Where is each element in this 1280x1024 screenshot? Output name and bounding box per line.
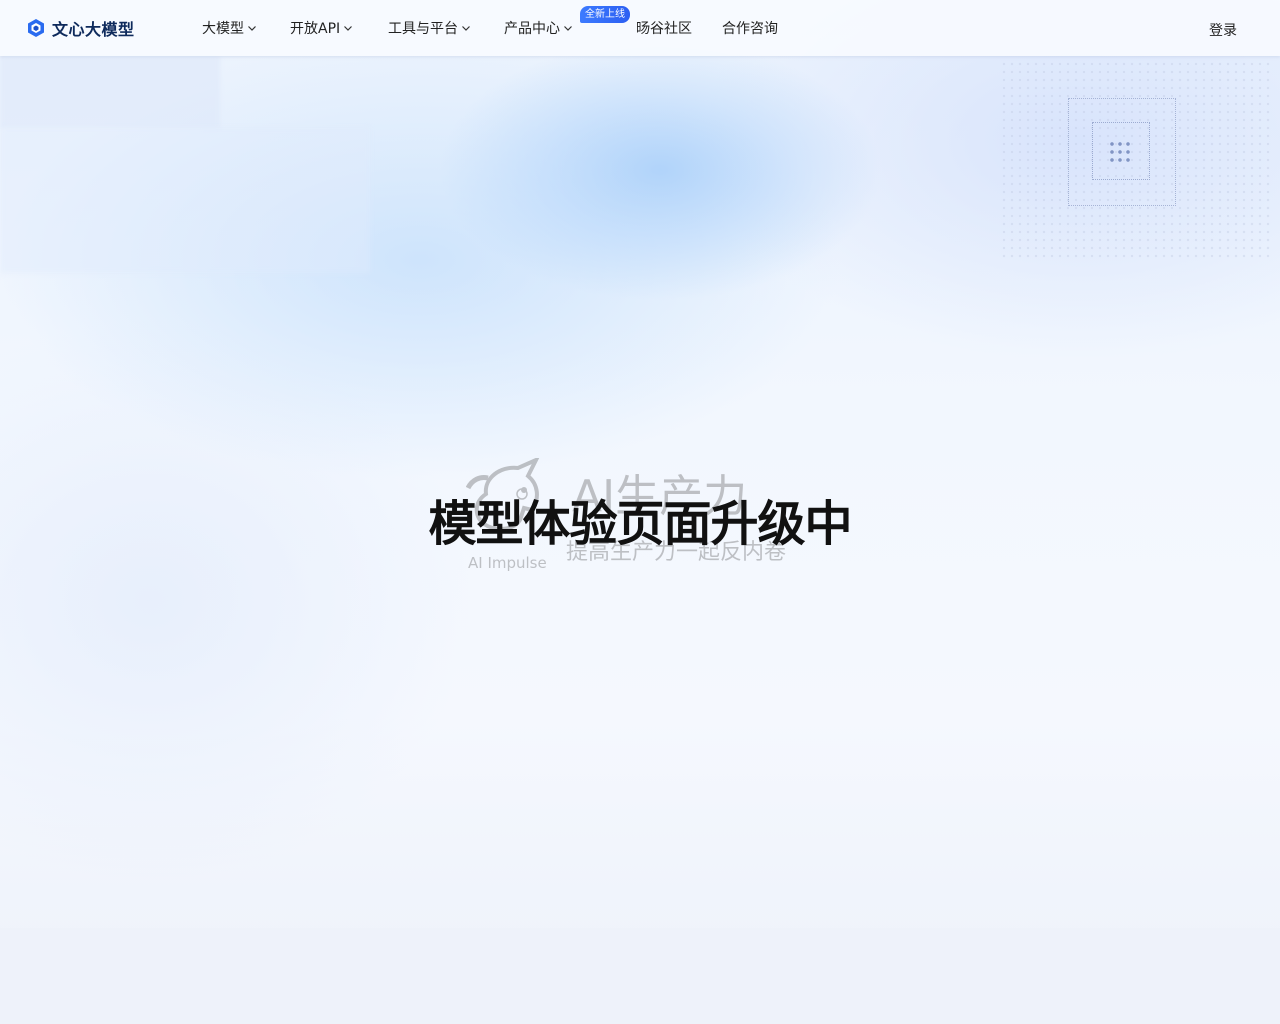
- nav-label: 合作咨询: [722, 21, 778, 37]
- nav-label: 产品中心: [504, 21, 560, 37]
- nav-item-cooperation[interactable]: 合作咨询: [722, 18, 778, 38]
- dot-core-decoration: [1108, 140, 1132, 164]
- watermark-brand: AI Impulse: [468, 554, 547, 572]
- new-launch-badge: 全新上线: [580, 6, 630, 23]
- brand-logo[interactable]: 文心大模型: [26, 16, 135, 40]
- background-panel: [0, 128, 370, 273]
- login-button[interactable]: 登录: [1209, 20, 1237, 40]
- chevron-down-icon: [248, 26, 256, 31]
- nav-item-tools-platform[interactable]: 工具与平台: [388, 18, 471, 38]
- wenxin-logo-icon: [28, 19, 44, 37]
- nav-item-open-api[interactable]: 开放API: [290, 18, 353, 38]
- chevron-down-icon: [462, 26, 470, 31]
- brand-name: 文心大模型: [52, 20, 135, 39]
- chevron-down-icon: [344, 26, 353, 31]
- nav-label: 工具与平台: [388, 21, 458, 37]
- chevron-down-icon: [564, 26, 572, 31]
- nav-item-product-center[interactable]: 产品中心: [504, 18, 573, 38]
- background-panel: [0, 56, 220, 128]
- page-footer-band: [0, 928, 1280, 1024]
- top-nav-bar: 文心大模型 大模型 开放API 工具与平台 产品中心 全新上线 旸谷社区 合作咨…: [0, 0, 1280, 56]
- nav-label: 旸谷社区: [636, 21, 692, 37]
- nav-label: 大模型: [202, 21, 244, 37]
- nav-item-community[interactable]: 旸谷社区: [636, 18, 692, 38]
- nav-item-models[interactable]: 大模型: [202, 18, 257, 38]
- nav-label: 开放API: [290, 21, 341, 37]
- page-title: 模型体验页面升级中: [428, 496, 852, 552]
